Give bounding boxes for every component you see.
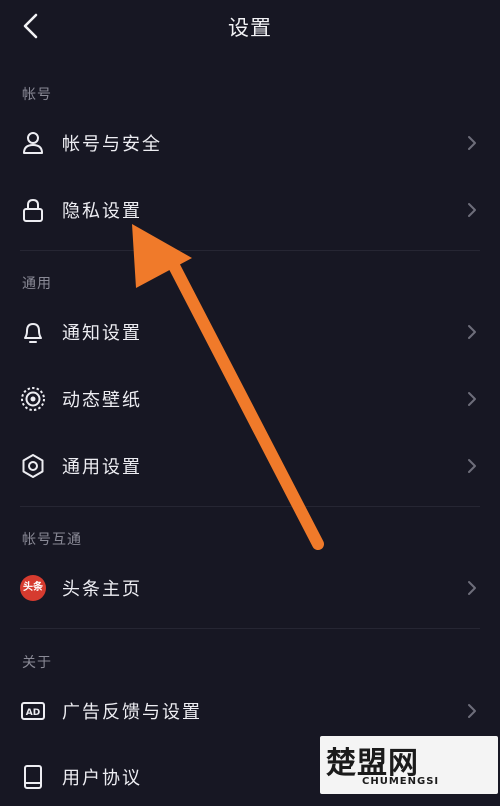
settings-item-label: 用户协议 [62,768,142,789]
settings-item-label: 隐私设置 [62,201,142,222]
toutiao-logo-icon: 头条 [20,575,46,601]
divider [20,628,480,629]
chevron-right-icon [468,581,476,595]
chevron-right-icon [468,203,476,217]
settings-item-notifications[interactable]: 通知设置 [0,303,500,361]
user-icon [23,132,43,154]
bell-icon [24,323,42,343]
section-header-general: 通用 [22,276,52,292]
section-header-about: 关于 [22,655,52,671]
settings-item-label: 通知设置 [62,323,142,344]
settings-item-general-settings[interactable]: 通用设置 [0,437,500,495]
chevron-right-icon [468,325,476,339]
settings-item-label: 广告反馈与设置 [62,702,202,723]
settings-item-label: 头条主页 [62,579,142,600]
settings-item-label: 动态壁纸 [62,390,142,411]
settings-item-ad-feedback[interactable]: AD 广告反馈与设置 [0,682,500,740]
settings-item-label: 通用设置 [62,457,142,478]
settings-item-toutiao-home[interactable]: 头条 头条主页 [0,559,500,617]
watermark-subtext: CHUMENGSI [362,776,440,787]
divider [20,506,480,507]
wallpaper-icon [21,387,45,411]
svg-text:AD: AD [26,708,40,718]
gear-icon [22,454,44,478]
chevron-right-icon [468,704,476,718]
settings-item-live-wallpaper[interactable]: 动态壁纸 [0,370,500,428]
settings-item-label: 帐号与安全 [62,134,162,155]
section-header-account: 帐号 [22,87,52,103]
chevron-right-icon [468,136,476,150]
lock-icon [23,198,43,222]
settings-item-account-security[interactable]: 帐号与安全 [0,114,500,172]
settings-item-privacy[interactable]: 隐私设置 [0,181,500,239]
divider [20,250,480,251]
book-icon [24,765,42,789]
chevron-right-icon [468,459,476,473]
ad-icon: AD [21,702,45,720]
watermark-logo: 楚盟网 CHUMENGSI [320,736,498,794]
page-title: 设置 [228,16,272,40]
section-header-linked-accounts: 帐号互通 [22,532,82,548]
chevron-right-icon [468,392,476,406]
top-bar: 设置 [0,0,500,52]
